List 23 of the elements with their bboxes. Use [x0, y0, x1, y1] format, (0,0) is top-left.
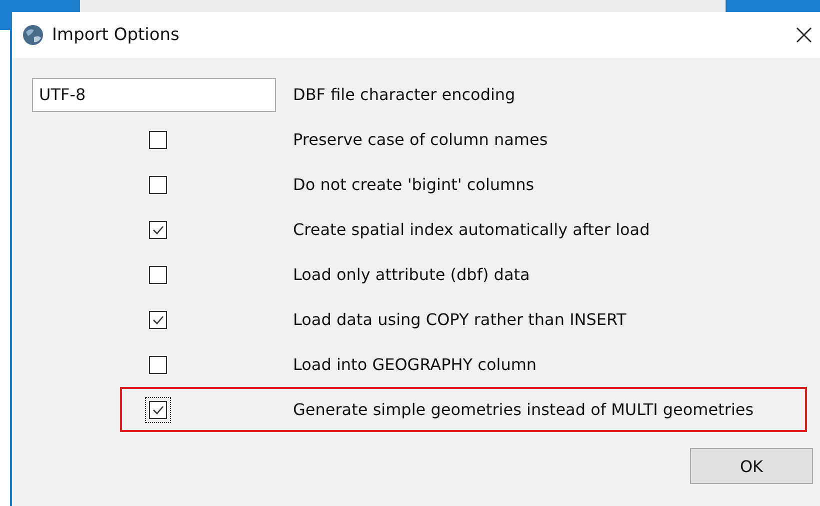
globe-icon [22, 24, 44, 46]
option-label: Preserve case of column names [293, 130, 548, 149]
checkbox[interactable] [149, 176, 167, 194]
checkbox[interactable] [149, 356, 167, 374]
option-label: Generate simple geometries instead of MULTI geometries [293, 400, 754, 419]
encoding-field[interactable]: UTF-8 [32, 78, 276, 112]
option-label: Load into GEOGRAPHY column [293, 355, 537, 374]
ok-button[interactable]: OK [690, 448, 813, 484]
option-label: Load data using COPY rather than INSERT [293, 310, 626, 329]
close-icon[interactable] [796, 27, 812, 43]
check-icon [152, 314, 164, 326]
window-title: Import Options [52, 25, 180, 45]
checkbox[interactable] [149, 310, 167, 328]
encoding-label: DBF file character encoding [293, 85, 516, 104]
check-icon [152, 404, 164, 416]
option-label: Load only attribute (dbf) data [293, 265, 530, 284]
option-label: Do not create 'bigint' columns [293, 175, 534, 194]
checkbox[interactable] [149, 266, 167, 284]
checkbox[interactable] [149, 130, 167, 148]
checkbox[interactable] [149, 220, 167, 238]
check-icon [152, 224, 164, 236]
option-label: Create spatial index automatically after load [293, 220, 650, 239]
checkbox[interactable] [149, 400, 167, 418]
